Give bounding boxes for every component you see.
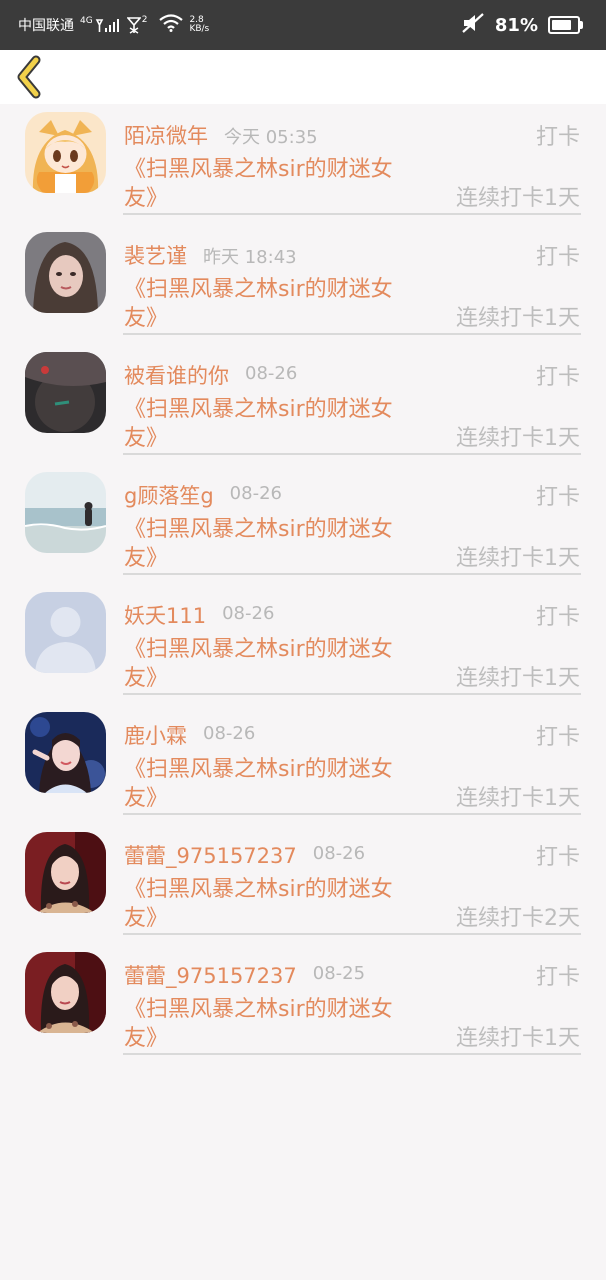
- checkin-time: 08-26: [203, 723, 256, 744]
- book-title-line-2[interactable]: 友》: [124, 420, 168, 452]
- checkin-label: 打卡: [535, 845, 580, 870]
- checkin-label: 打卡: [535, 965, 580, 990]
- row-divider: [123, 213, 581, 215]
- checkin-time: 08-26: [222, 603, 275, 624]
- battery-level-fill: [552, 20, 571, 30]
- checkin-label: 打卡: [535, 605, 580, 630]
- battery-percent: 81%: [494, 14, 538, 36]
- checkin-time: 今天 05:35: [224, 127, 318, 148]
- book-title-line-2[interactable]: 友》: [124, 900, 168, 932]
- user-name[interactable]: 鹿小霖: [124, 720, 187, 750]
- row-divider: [123, 813, 581, 815]
- book-title-line-1[interactable]: 《扫黑风暴之林sir的财迷女: [124, 271, 393, 303]
- checkin-time: 08-26: [245, 363, 298, 384]
- checkin-label: 打卡: [535, 245, 580, 270]
- row-divider: [123, 453, 581, 455]
- streak-count: 连续打卡1天: [456, 1026, 580, 1051]
- list-item[interactable]: 被看谁的你 08-26 打卡《扫黑风暴之林sir的财迷女 友》 连续打卡1天: [0, 344, 606, 464]
- checkin-time: 08-25: [312, 963, 366, 984]
- checkin-label: 打卡: [535, 485, 580, 510]
- book-title-line-1[interactable]: 《扫黑风暴之林sir的财迷女: [124, 511, 393, 543]
- user-name[interactable]: 妖夭111: [124, 600, 206, 630]
- chevron-left-icon: [17, 55, 41, 99]
- avatar[interactable]: [25, 352, 106, 433]
- book-title-line-1[interactable]: 《扫黑风暴之林sir的财迷女: [124, 631, 393, 663]
- row-divider: [123, 693, 581, 695]
- status-left: 中国联通 4G 2 2.8 KB/s: [18, 0, 209, 50]
- network-type-label: 4G: [80, 16, 93, 26]
- book-title-line-1[interactable]: 《扫黑风暴之林sir的财迷女: [124, 991, 393, 1023]
- avatar[interactable]: [25, 232, 106, 313]
- avatar[interactable]: [25, 712, 106, 793]
- checkin-time: 08-26: [229, 483, 282, 504]
- user-name[interactable]: 陌凉微年: [124, 120, 208, 150]
- checkin-list: 陌凉微年 今天 05:35 打卡 《扫黑风暴之林sir的财迷女 友》 连续打卡1天 裴艺谨昨…: [0, 104, 606, 1064]
- avatar[interactable]: [25, 832, 106, 913]
- avatar[interactable]: [25, 472, 106, 553]
- list-item[interactable]: 裴艺谨 昨天 18:43 打卡《扫黑风暴之林sir的财迷女 友》 连续打卡1天: [0, 224, 606, 344]
- book-title-line-2[interactable]: 友》: [124, 300, 168, 332]
- mute-icon: [461, 12, 485, 38]
- list-item[interactable]: 鹿小霖 08-26 打卡《扫黑风暴之林sir的财迷女 友》 连续打卡1天: [0, 704, 606, 824]
- list-item[interactable]: 妖夭111 08-26 打卡《扫黑风暴之林sir的财迷女 友》 连续打卡1天: [0, 584, 606, 704]
- streak-count: 连续打卡2天: [456, 906, 580, 931]
- streak-count: 连续打卡1天: [456, 306, 580, 331]
- book-title-line-1[interactable]: 《扫黑风暴之林sir的财迷女: [124, 751, 393, 783]
- list-item[interactable]: g顾落笙g 08-26 打卡《扫黑风暴之林sir的财迷女 友》 连续打卡1天: [0, 464, 606, 584]
- status-right: 81%: [461, 0, 583, 50]
- back-button[interactable]: [12, 54, 52, 100]
- user-name[interactable]: 蕾蕾_975157237: [124, 960, 297, 990]
- checkin-time: 昨天 18:43: [203, 247, 297, 268]
- book-title-line-2[interactable]: 友》: [124, 1020, 168, 1052]
- avatar[interactable]: [25, 952, 106, 1033]
- streak-count: 连续打卡1天: [456, 426, 580, 451]
- streak-count: 连续打卡1天: [456, 186, 580, 211]
- book-title-line-1[interactable]: 《扫黑风暴之林sir的财迷女: [124, 151, 393, 183]
- book-title-line-2[interactable]: 友》: [124, 780, 168, 812]
- avatar[interactable]: [25, 592, 106, 673]
- book-title-line-2[interactable]: 友》: [124, 660, 168, 692]
- book-title-line-1[interactable]: 《扫黑风暴之林sir的财迷女: [124, 391, 393, 423]
- list-item[interactable]: 陌凉微年 今天 05:35 打卡《扫黑风暴之林sir的财迷女 友》 连续打卡1天: [0, 104, 606, 224]
- book-title-line-2[interactable]: 友》: [124, 180, 168, 212]
- user-name[interactable]: 裴艺谨: [124, 240, 187, 270]
- user-name[interactable]: g顾落笙g: [124, 480, 214, 510]
- checkin-label: 打卡: [535, 365, 580, 390]
- user-name[interactable]: 蕾蕾_975157237: [124, 840, 297, 870]
- row-divider: [123, 933, 581, 935]
- row-divider: [123, 573, 581, 575]
- status-bar: 中国联通 4G 2 2.8 KB/s 81%: [0, 0, 606, 50]
- wifi-icon: [159, 14, 184, 36]
- checkin-label: 打卡: [535, 725, 580, 750]
- list-item[interactable]: 蕾蕾_975157237 08-26 打卡《扫黑风暴之林sir的财迷女 友》 连续打卡2…: [0, 824, 606, 944]
- checkin-label: 打卡: [535, 125, 580, 150]
- row-divider: [123, 1053, 581, 1055]
- streak-count: 连续打卡1天: [456, 786, 580, 811]
- top-navigation-bar: [0, 50, 606, 104]
- avatar[interactable]: [25, 112, 106, 193]
- list-item[interactable]: 蕾蕾_975157237 08-25 打卡《扫黑风暴之林sir的财迷女 友》 连续打卡1…: [0, 944, 606, 1064]
- battery-icon: [548, 16, 583, 34]
- carrier-name: 中国联通: [18, 18, 74, 34]
- sim2-signal-icon: 2: [126, 15, 148, 34]
- streak-count: 连续打卡1天: [456, 666, 580, 691]
- checkin-time: 08-26: [312, 843, 366, 864]
- network-speed: 2.8 KB/s: [189, 16, 209, 34]
- book-title-line-1[interactable]: 《扫黑风暴之林sir的财迷女: [124, 871, 393, 903]
- row-divider: [123, 333, 581, 335]
- speed-unit: KB/s: [189, 24, 210, 34]
- book-title-line-2[interactable]: 友》: [124, 540, 168, 572]
- streak-count: 连续打卡1天: [456, 546, 580, 571]
- sim2-label: 2: [141, 15, 148, 25]
- user-name[interactable]: 被看谁的你: [124, 360, 229, 390]
- cellular-signal-icon: 4G: [80, 17, 121, 33]
